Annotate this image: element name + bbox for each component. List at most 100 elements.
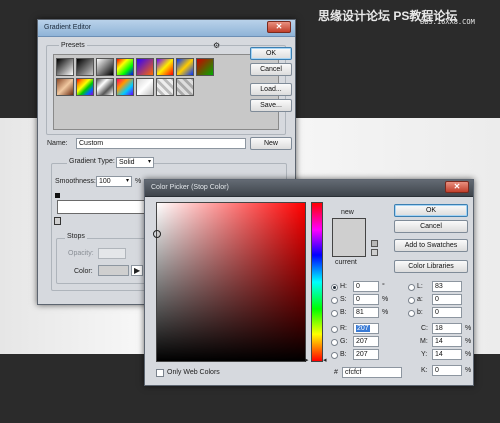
b-channel-input[interactable]: 0 bbox=[432, 307, 462, 318]
color-label: Color: bbox=[74, 268, 93, 275]
opacity-label: Opacity: bbox=[68, 250, 94, 257]
presets-gear-icon[interactable]: ⚙ bbox=[213, 41, 220, 50]
yellow-label: Y: bbox=[421, 351, 428, 358]
preset-swatch[interactable] bbox=[156, 58, 174, 76]
opacity-input bbox=[98, 248, 126, 259]
gradient-type-label: Gradient Type: bbox=[67, 158, 117, 165]
saturation-radio[interactable] bbox=[331, 297, 338, 304]
preset-swatch[interactable] bbox=[176, 78, 194, 96]
black-unit: % bbox=[465, 367, 472, 374]
red-input[interactable]: 207 bbox=[353, 323, 379, 334]
a-channel-input[interactable]: 0 bbox=[432, 294, 462, 305]
blue-input[interactable]: 207 bbox=[353, 349, 379, 360]
preset-swatch[interactable] bbox=[136, 78, 154, 96]
cube-icon[interactable] bbox=[371, 240, 378, 247]
color-field-cursor[interactable] bbox=[153, 230, 161, 238]
b-channel-radio[interactable] bbox=[408, 310, 415, 317]
presets-label: Presets bbox=[59, 42, 87, 49]
color-field-brightness bbox=[157, 203, 305, 361]
hue-slider[interactable] bbox=[311, 202, 323, 362]
brightness-radio[interactable] bbox=[331, 310, 338, 317]
black-input[interactable]: 0 bbox=[432, 365, 462, 376]
preset-swatch[interactable] bbox=[176, 58, 194, 76]
gradient-bar[interactable] bbox=[57, 200, 153, 214]
presets-list[interactable] bbox=[53, 54, 279, 130]
hue-unit: ° bbox=[382, 283, 385, 290]
brightness-label: B: bbox=[340, 309, 347, 316]
hue-label: H: bbox=[340, 283, 347, 290]
preset-swatch[interactable] bbox=[56, 78, 74, 96]
smoothness-unit: % bbox=[135, 178, 142, 185]
cyan-input[interactable]: 18 bbox=[432, 323, 462, 334]
cancel-button[interactable]: Cancel bbox=[394, 220, 468, 233]
preset-swatch[interactable] bbox=[76, 58, 94, 76]
green-input[interactable]: 207 bbox=[353, 336, 379, 347]
stops-label: Stops bbox=[65, 233, 87, 240]
a-channel-radio[interactable] bbox=[408, 297, 415, 304]
only-web-colors-checkbox[interactable] bbox=[156, 369, 164, 377]
ok-button[interactable]: OK bbox=[250, 47, 292, 60]
magenta-input[interactable]: 14 bbox=[432, 336, 462, 347]
new-color-label: new bbox=[341, 209, 354, 216]
lightness-input[interactable]: 83 bbox=[432, 281, 462, 292]
brightness-unit: % bbox=[382, 309, 389, 316]
red-radio[interactable] bbox=[331, 326, 338, 333]
preset-swatch[interactable] bbox=[196, 58, 214, 76]
hue-slider-right-arrow[interactable]: ◂ bbox=[323, 356, 327, 364]
hue-slider-left-arrow[interactable]: ▸ bbox=[305, 356, 309, 364]
ok-button[interactable]: OK bbox=[394, 204, 468, 217]
preset-swatch[interactable] bbox=[136, 58, 154, 76]
green-label: G: bbox=[340, 338, 348, 345]
hue-input[interactable]: 0 bbox=[353, 281, 379, 292]
color-stop-marker[interactable] bbox=[54, 217, 61, 225]
opacity-stop-marker[interactable] bbox=[55, 193, 60, 198]
play-arrow-icon[interactable]: ▶ bbox=[131, 265, 144, 276]
red-label: R: bbox=[340, 325, 347, 332]
color-picker-window: Color Picker (Stop Color) ✕ ▸ ◂ new curr… bbox=[144, 179, 474, 386]
cancel-button[interactable]: Cancel bbox=[250, 63, 292, 76]
a-channel-label: a: bbox=[417, 296, 423, 303]
yellow-unit: % bbox=[465, 351, 472, 358]
gradient-type-select[interactable]: Solid ▾ bbox=[116, 157, 154, 168]
black-label: K: bbox=[421, 367, 428, 374]
load-button[interactable]: Load... bbox=[250, 83, 292, 96]
close-button[interactable]: ✕ bbox=[445, 181, 469, 193]
watermark-url: BBS.16XX8.COM bbox=[420, 18, 475, 26]
gradient-editor-titlebar[interactable]: Gradient Editor ✕ bbox=[38, 20, 295, 37]
smoothness-input[interactable]: 100 ▾ bbox=[96, 176, 132, 187]
yellow-input[interactable]: 14 bbox=[432, 349, 462, 360]
hue-radio[interactable] bbox=[331, 284, 338, 291]
color-field[interactable] bbox=[153, 202, 306, 362]
gradient-type-value: Solid bbox=[119, 159, 135, 166]
close-button[interactable]: ✕ bbox=[267, 21, 291, 33]
web-safe-swatch[interactable] bbox=[371, 249, 378, 256]
window-title: Color Picker (Stop Color) bbox=[151, 184, 229, 191]
lightness-radio[interactable] bbox=[408, 284, 415, 291]
hex-prefix: # bbox=[334, 369, 338, 376]
magenta-label: M: bbox=[420, 338, 428, 345]
saturation-input[interactable]: 0 bbox=[353, 294, 379, 305]
chevron-down-icon: ▾ bbox=[147, 159, 151, 165]
preset-swatch[interactable] bbox=[116, 78, 134, 96]
brightness-input[interactable]: 81 bbox=[353, 307, 379, 318]
save-button[interactable]: Save... bbox=[250, 99, 292, 112]
preset-swatch[interactable] bbox=[96, 58, 114, 76]
preset-swatch[interactable] bbox=[56, 58, 74, 76]
green-radio[interactable] bbox=[331, 339, 338, 346]
name-input[interactable]: Custom bbox=[76, 138, 246, 149]
name-label: Name: bbox=[47, 140, 68, 147]
preset-swatch[interactable] bbox=[76, 78, 94, 96]
stop-color-swatch[interactable] bbox=[98, 265, 129, 276]
new-button[interactable]: New bbox=[250, 137, 292, 150]
blue-radio[interactable] bbox=[331, 352, 338, 359]
color-picker-titlebar[interactable]: Color Picker (Stop Color) ✕ bbox=[145, 180, 473, 197]
color-libraries-button[interactable]: Color Libraries bbox=[394, 260, 468, 273]
hex-input[interactable]: cfcfcf bbox=[342, 367, 402, 378]
magenta-unit: % bbox=[465, 338, 472, 345]
preset-swatch[interactable] bbox=[156, 78, 174, 96]
preset-swatch[interactable] bbox=[116, 58, 134, 76]
only-web-colors-label: Only Web Colors bbox=[167, 369, 220, 376]
current-color-swatch[interactable] bbox=[332, 238, 366, 257]
add-to-swatches-button[interactable]: Add to Swatches bbox=[394, 239, 468, 252]
preset-swatch[interactable] bbox=[96, 78, 114, 96]
